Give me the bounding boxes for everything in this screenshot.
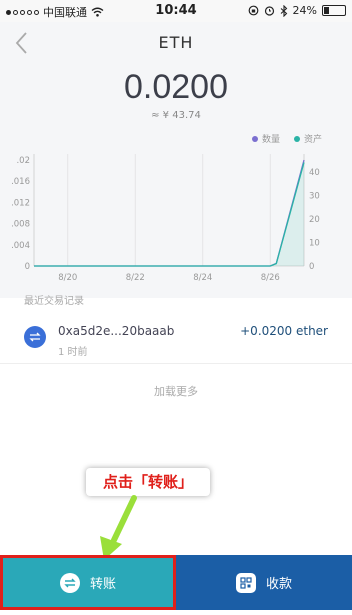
y-right-tick-label: 30 [309,191,320,201]
legend-item-quantity: 数量 [251,132,280,145]
receive-button-label: 收款 [265,577,292,592]
legend-dot-quantity [251,135,258,142]
legend-label-quantity: 数量 [261,135,280,145]
transaction-row[interactable]: 0xa5d2e...20baaab 1 时前 +0.0200 ether [0,310,352,364]
page-title: ETH [158,33,194,52]
y-left-tick-label: .008 [11,220,30,230]
balance-amount: 0.0200 [124,68,228,106]
y-right-tick-label: 40 [309,168,320,178]
tutorial-arrow-icon [100,495,137,560]
x-tick-label: 8/26 [261,273,280,283]
chart-legend: 数量 资产 [251,132,322,145]
transfer-button-content: 转账 [3,558,173,607]
series-line-quantity [34,159,305,267]
y-left-tick-label: .012 [11,198,30,208]
series-area-asset [34,162,304,266]
transaction-time: 1 时前 [58,347,88,358]
y-right-tick-label: 20 [309,215,320,225]
legend-dot-asset [293,135,300,142]
qr-code-icon [235,572,256,593]
balance-chart: 8/20 8/22 8/24 8/26 .02 .016 .012 .008 .004 0 40 30… [11,154,320,283]
status-bar: 中国联通 10:44 24% [0,0,352,22]
bluetooth-icon [280,4,287,17]
y-right-tick-label: 10 [309,238,320,248]
receive-button-content: 收款 [176,555,352,610]
y-left-tick-label: .004 [11,241,30,251]
battery-fill [324,7,329,14]
series-line-asset [34,162,305,267]
status-right: 24% [248,4,346,17]
bottom-action-bar: 转账 收款 [0,555,352,610]
y-left-tick-label: .016 [11,177,30,187]
transfer-icon [59,572,80,593]
legend-item-asset: 资产 [293,132,322,145]
transfer-button-label: 转账 [89,577,116,592]
y-left-tick-label: .02 [16,156,30,166]
orientation-lock-icon [248,5,258,16]
legend-label-asset: 资产 [303,135,322,145]
header: ETH 0.0200 ≈ ¥ 43.74 数量 资产 8/20 8/22 8/24 8… [0,22,352,298]
y-left-tick-label: 0 [25,262,30,272]
recent-transactions-label: 最近交易记录 [24,296,84,307]
x-tick-label: 8/22 [126,273,145,283]
transfer-button[interactable]: 转账 [0,555,176,610]
battery-percent: 24% [292,4,317,17]
transaction-address: 0xa5d2e...20baaab [58,324,175,338]
alarm-icon [264,6,274,16]
tutorial-callout: 点击「转账」 [86,468,210,496]
receive-button[interactable]: 收款 [176,555,352,610]
load-more-link[interactable]: 加载更多 [0,383,352,399]
fiat-value: ≈ ¥ 43.74 [151,110,201,121]
x-tick-label: 8/20 [58,273,77,283]
x-tick-label: 8/24 [193,273,212,283]
transaction-amount: +0.0200 ether [240,324,328,338]
y-right-tick-label: 0 [309,262,314,272]
transaction-direction-icon [24,326,46,348]
battery-icon [322,5,346,16]
